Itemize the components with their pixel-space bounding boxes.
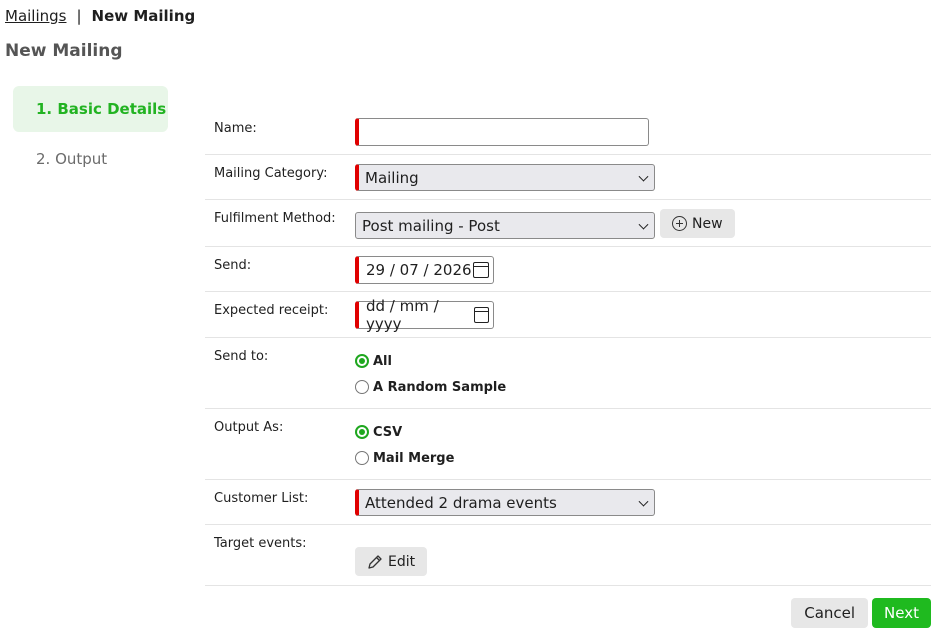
- send-label: Send:: [214, 258, 252, 273]
- radio-unchecked-icon: [355, 380, 369, 394]
- row-expected-receipt: Expected receipt: dd / mm / yyyy: [205, 292, 931, 338]
- new-fulfilment-button[interactable]: New: [660, 209, 735, 238]
- row-send-to: Send to: All A Random Sample: [205, 338, 931, 409]
- radio-label: All: [373, 353, 392, 369]
- breadcrumb-current: New Mailing: [91, 7, 196, 25]
- send-to-all-radio[interactable]: All: [355, 348, 506, 374]
- step-label: 2. Output: [36, 150, 108, 168]
- send-date-value: 29 / 07 / 2026: [366, 261, 472, 279]
- wizard-steps: 1. Basic Details 2. Output: [13, 86, 168, 186]
- radio-label: Mail Merge: [373, 450, 455, 466]
- chevron-down-icon: [638, 171, 649, 182]
- edit-target-events-button[interactable]: Edit: [355, 547, 428, 576]
- pencil-icon: [368, 554, 382, 569]
- row-target-events: Target events: Edit: [205, 525, 931, 586]
- row-fulfilment: Fulfilment Method: Post mailing - Post N…: [205, 200, 931, 247]
- row-customer-list: Customer List: Attended 2 drama events: [205, 480, 931, 525]
- plus-circle-icon: [672, 216, 687, 231]
- output-as-label: Output As:: [214, 420, 284, 435]
- output-mail-merge-radio[interactable]: Mail Merge: [355, 445, 454, 471]
- edit-button-label: Edit: [388, 553, 416, 570]
- radio-label: CSV: [373, 424, 403, 440]
- radio-checked-icon: [355, 425, 369, 439]
- form-footer: Cancel Next: [791, 598, 931, 628]
- fulfilment-selected-value: Post mailing - Post: [362, 216, 500, 235]
- name-input[interactable]: [355, 118, 649, 146]
- calendar-icon[interactable]: [473, 307, 489, 323]
- send-to-radio-group: All A Random Sample: [355, 348, 506, 400]
- calendar-icon[interactable]: [473, 262, 489, 278]
- cancel-button[interactable]: Cancel: [791, 598, 869, 628]
- row-send: Send: 29 / 07 / 2026: [205, 247, 931, 292]
- radio-unchecked-icon: [355, 451, 369, 465]
- row-name: Name:: [205, 110, 931, 155]
- target-events-label: Target events:: [214, 536, 307, 551]
- new-button-label: New: [692, 215, 723, 232]
- breadcrumb-separator: |: [76, 7, 82, 25]
- next-button[interactable]: Next: [872, 598, 931, 628]
- fulfilment-label: Fulfilment Method:: [214, 211, 336, 226]
- row-category: Mailing Category: Mailing: [205, 155, 931, 200]
- step-label: 1. Basic Details: [36, 100, 167, 118]
- send-date-input[interactable]: 29 / 07 / 2026: [355, 256, 494, 284]
- category-select[interactable]: Mailing: [355, 164, 655, 191]
- customer-list-select[interactable]: Attended 2 drama events: [355, 489, 655, 516]
- send-to-label: Send to:: [214, 349, 269, 364]
- step-basic-details[interactable]: 1. Basic Details: [13, 86, 168, 132]
- expected-receipt-date-input[interactable]: dd / mm / yyyy: [355, 297, 494, 333]
- output-as-radio-group: CSV Mail Merge: [355, 419, 454, 471]
- breadcrumb: Mailings | New Mailing: [5, 7, 195, 25]
- chevron-down-icon: [638, 219, 649, 230]
- chevron-down-icon: [638, 496, 649, 507]
- step-output[interactable]: 2. Output: [13, 136, 168, 182]
- breadcrumb-mailings-link[interactable]: Mailings: [5, 7, 66, 25]
- page-title: New Mailing: [5, 41, 123, 61]
- output-csv-radio[interactable]: CSV: [355, 419, 454, 445]
- send-to-random-sample-radio[interactable]: A Random Sample: [355, 374, 506, 400]
- name-label: Name:: [214, 121, 257, 136]
- fulfilment-select[interactable]: Post mailing - Post: [355, 212, 655, 239]
- expected-receipt-label: Expected receipt:: [214, 303, 329, 318]
- customer-list-selected-value: Attended 2 drama events: [365, 493, 557, 512]
- category-selected-value: Mailing: [365, 168, 419, 187]
- row-output-as: Output As: CSV Mail Merge: [205, 409, 931, 480]
- category-label: Mailing Category:: [214, 166, 328, 181]
- customer-list-label: Customer List:: [214, 491, 309, 506]
- radio-checked-icon: [355, 354, 369, 368]
- radio-label: A Random Sample: [373, 379, 507, 395]
- mailing-form: Name: Mailing Category: Mailing Fulfilme…: [205, 110, 931, 586]
- expected-receipt-placeholder: dd / mm / yyyy: [366, 297, 439, 333]
